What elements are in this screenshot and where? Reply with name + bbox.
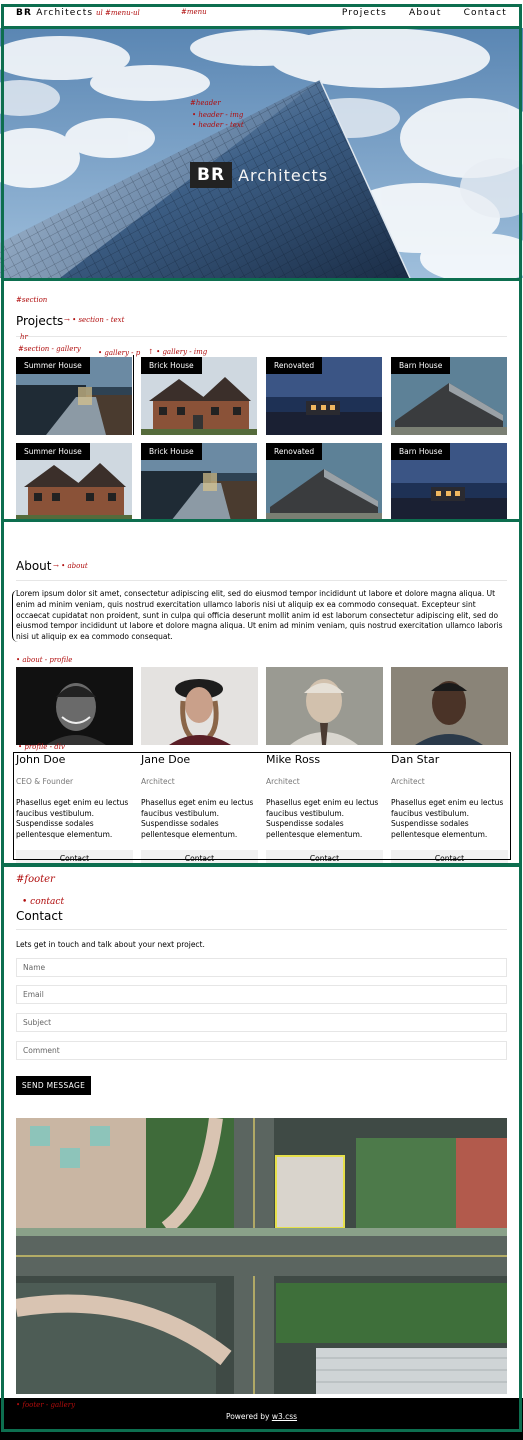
profile-description: Phasellus eget enim eu lectus faucibus v… [266,798,379,839]
annotation-contact: • contact [22,897,65,907]
footer-text: Powered by w3.css [0,1412,523,1421]
gallery-label: Barn House [391,443,451,460]
comment-input[interactable] [16,1041,507,1060]
nav-menu: Projects About Contact [342,8,507,18]
annotation-header: #header [190,99,221,107]
gallery-label: Renovated [266,443,323,460]
about-title: About [16,559,52,573]
footer-w3css-link[interactable]: w3.css [272,1412,297,1421]
aerial-city-photo [16,1118,507,1394]
header-logo-box: BR [190,162,233,188]
annotation-gallery-p: • gallery - p [98,349,141,357]
profile-description: Phasellus eget enim eu lectus faucibus v… [391,798,504,839]
contact-title: Contact [16,909,63,923]
annotation-about-profile: • about - profile [16,656,73,664]
annotation-gallery-img: ↑ • gallery - img [148,348,208,356]
annotation-menu: #menu [181,8,207,16]
footer-gallery-image [16,1118,507,1394]
profile-description: Phasellus eget enim eu lectus faucibus v… [16,798,129,839]
annotation-section: #section [16,296,48,304]
gallery-item[interactable]: Renovated [266,443,382,521]
nav-link-contact[interactable]: Contact [464,8,507,18]
annotation-profile-div: • profile - div [18,743,65,751]
annotation-menu-ul: ul #menu-ul [96,9,140,17]
gallery-item[interactable]: Summer House [16,443,132,521]
gallery-item[interactable]: Brick House [141,443,257,521]
gallery-label: Summer House [16,357,90,374]
email-input[interactable] [16,985,507,1004]
about-divider [16,580,507,581]
contact-divider [16,929,507,930]
gallery-label: Summer House [16,443,90,460]
profile-role: Architect [391,777,425,786]
profile-role: CEO & Founder [16,777,74,786]
profile-photo-mike [266,667,383,745]
annotation-footer: #footer [16,874,55,885]
hero-building-photo [0,28,523,278]
profile-card-jane: Jane Doe Architect Phasellus eget enim e… [141,753,258,866]
gallery-label: Barn House [391,357,451,374]
profile-description: Phasellus eget enim eu lectus faucibus v… [141,798,254,839]
header-logo: BR Architects [190,162,328,188]
profile-name: Mike Ross [266,753,321,766]
footer: Powered by w3.css [0,1398,523,1440]
footer-powered-by: Powered by [225,1412,272,1421]
profile-name: Dan Star [391,753,440,766]
about-text: Lorem ipsum dolor sit amet, consectetur … [16,589,503,642]
profile-contact-button[interactable]: Contact [141,850,258,866]
projects-divider [16,336,507,337]
profile-photo-john [16,667,133,745]
header-image: BR Architects [0,28,523,278]
projects-title: Projects [16,314,64,328]
profile-name: John Doe [16,753,66,766]
profile-role: Architect [266,777,300,786]
annotation-section-gallery: #section - gallery [18,345,81,353]
gallery-item[interactable]: Barn House [391,443,507,521]
profile-card-john: John Doe CEO & Founder Phasellus eget en… [16,753,133,866]
profile-photo-dan [391,667,508,745]
subject-input[interactable] [16,1013,507,1032]
profile-contact-button[interactable]: Contact [16,850,133,866]
annotation-footer-gallery: • footer - gallery [16,1401,76,1409]
profile-name: Jane Doe [141,753,191,766]
nav-link-projects[interactable]: Projects [342,8,387,18]
annotation-header-text: • header - text [192,121,244,129]
profile-photo-jane [141,667,258,745]
profile-card-mike: Mike Ross Architect Phasellus eget enim … [266,753,383,866]
brand-logo[interactable]: BR Architects [16,8,93,18]
send-message-button[interactable]: SEND MESSAGE [16,1076,91,1095]
header-logo-text: Architects [238,165,329,185]
gallery-label: Brick House [141,357,202,374]
gallery-item[interactable]: Summer House [16,357,132,435]
gallery-item[interactable]: Brick House [141,357,257,435]
gallery-label: Renovated [266,357,323,374]
name-input[interactable] [16,958,507,977]
brand-text: Architects [36,8,94,18]
contact-intro: Lets get in touch and talk about your ne… [16,940,205,949]
gallery-item[interactable]: Barn House [391,357,507,435]
annotation-hr: hr [20,333,28,341]
profile-card-dan: Dan Star Architect Phasellus eget enim e… [391,753,508,866]
annotation-about: → • about [53,562,88,570]
profile-contact-button[interactable]: Contact [391,850,508,866]
annotation-section-text: → • section - text [64,316,125,324]
profile-role: Architect [141,777,175,786]
nav-link-about[interactable]: About [409,8,442,18]
profile-contact-button[interactable]: Contact [266,850,383,866]
top-nav: BR Architects Projects About Contact [0,0,523,26]
brand-bold: BR [16,8,33,18]
gallery-label: Brick House [141,443,202,460]
annotation-header-img: • header - img [192,111,244,119]
gallery-item[interactable]: Renovated [266,357,382,435]
